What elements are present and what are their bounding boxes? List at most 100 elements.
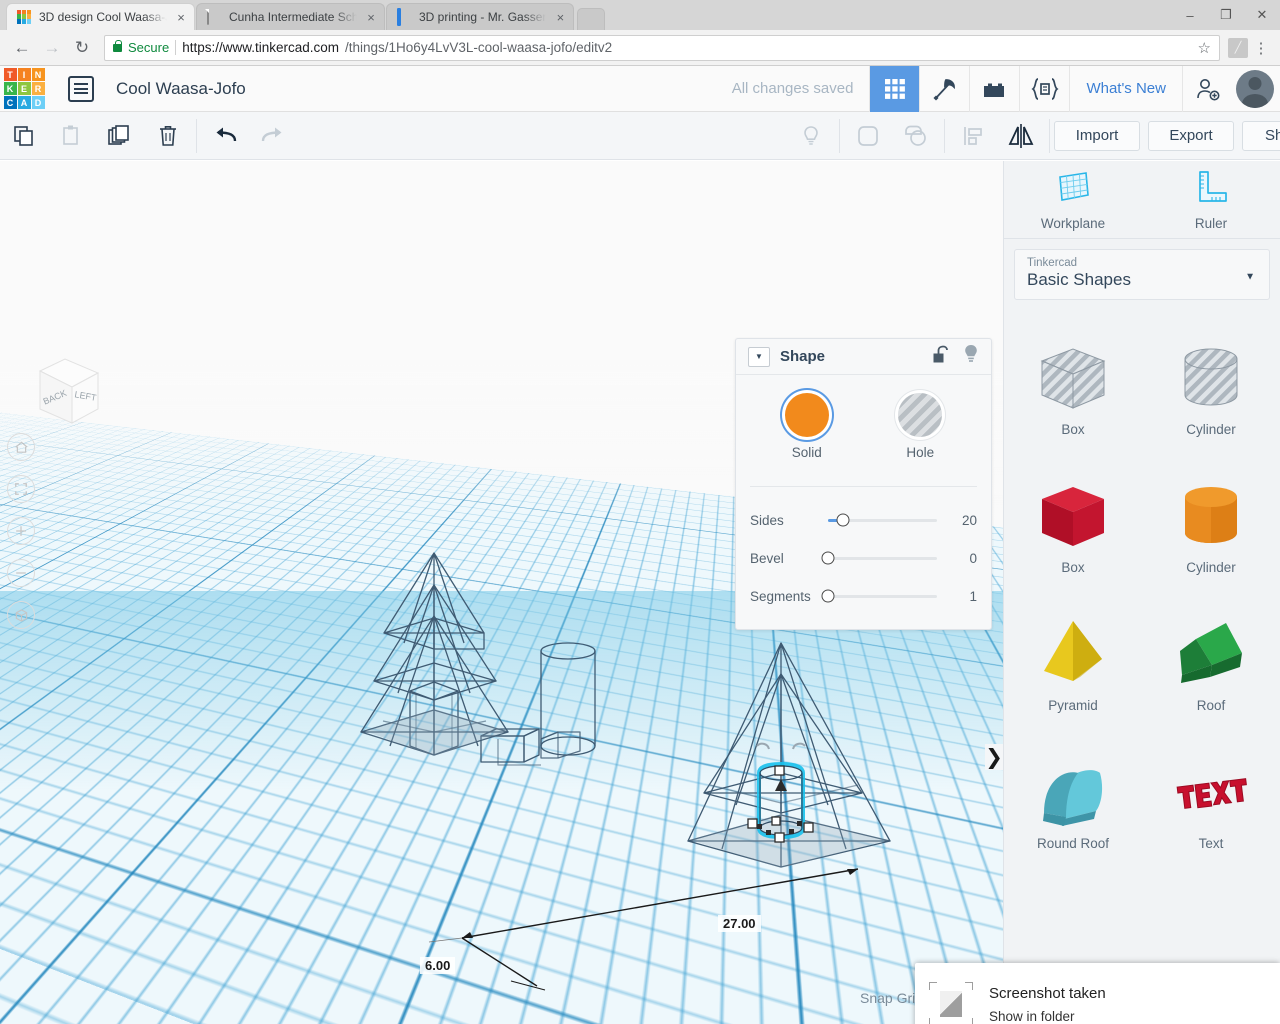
codeblocks-icon[interactable] — [1019, 65, 1069, 112]
tinkercad-app: TIN KER CAD Cool Waasa-Jofo All changes sa… — [0, 65, 1280, 1024]
text-shape-icon — [1168, 744, 1254, 836]
slider-track[interactable] — [828, 513, 937, 527]
shape-panel-header-icons — [932, 344, 979, 369]
forward-button[interactable]: → — [38, 34, 66, 62]
shape-item-round-roof[interactable]: Round Roof — [1004, 736, 1142, 874]
fit-to-view-button[interactable] — [7, 475, 35, 503]
add-user-icon[interactable] — [1182, 65, 1232, 112]
shape-item-box[interactable]: Box — [1004, 460, 1142, 598]
bookmark-star-icon[interactable]: ☆ — [1198, 39, 1213, 57]
header-right-group: All changes saved What's New — [731, 65, 1280, 112]
reload-button[interactable]: ↻ — [68, 34, 96, 62]
toolbar-divider — [196, 118, 197, 153]
ungroup-icon[interactable] — [892, 112, 940, 160]
tab-title: 3D design Cool Waasa-J — [39, 10, 167, 24]
ruler-tool[interactable]: Ruler — [1142, 161, 1280, 238]
mirror-icon[interactable] — [997, 112, 1045, 160]
slider-knob[interactable] — [821, 551, 835, 565]
browser-tab-3[interactable]: 3D printing - Mr. Gasser × — [386, 3, 575, 30]
chevron-down-icon[interactable]: ▼ — [1245, 271, 1255, 282]
sidebar-tool-label: Workplane — [1040, 215, 1106, 231]
workplane-tool[interactable]: Workplane — [1004, 161, 1142, 238]
save-status: All changes saved — [731, 80, 854, 97]
shape-item-text[interactable]: Text — [1142, 736, 1280, 874]
browser-tab-2[interactable]: Cunha Intermediate Sch × — [196, 3, 385, 30]
shape-panel-header: ▼ Shape — [736, 339, 991, 375]
blocks-icon[interactable] — [969, 65, 1019, 112]
slider-value[interactable]: 1 — [947, 589, 977, 604]
slider-knob[interactable] — [836, 513, 850, 527]
close-window-button[interactable]: ✕ — [1244, 0, 1280, 30]
grid-view-icon[interactable] — [869, 65, 920, 112]
hole-mode-option[interactable]: Hole — [898, 393, 943, 460]
pickaxe-icon[interactable] — [919, 65, 969, 112]
duplicate-icon[interactable] — [96, 112, 144, 160]
notification-main-row[interactable]: Screenshot taken Show in folder — [915, 963, 1280, 1024]
delete-icon[interactable] — [144, 112, 192, 160]
lightbulb-icon[interactable] — [787, 112, 835, 160]
show-in-folder-link[interactable]: Show in folder — [989, 1009, 1106, 1024]
3d-viewport[interactable]: BACK LEFT 27.00 6.00 Snap Grid ❯ ▼ Shape… — [0, 161, 1003, 1024]
tinkercad-logo-icon[interactable]: TIN KER CAD — [0, 66, 48, 112]
align-icon[interactable] — [949, 112, 997, 160]
back-button[interactable]: ← — [8, 34, 36, 62]
undo-icon[interactable] — [201, 112, 249, 160]
shape-item-box-hole[interactable]: Box — [1004, 322, 1142, 460]
slider-label: Bevel — [750, 550, 784, 566]
import-button[interactable]: Import — [1054, 120, 1140, 151]
new-tab-button[interactable] — [577, 8, 606, 30]
browser-window: 3D design Cool Waasa-J × Cunha Intermedi… — [0, 0, 1280, 1024]
tab-close-button[interactable]: × — [553, 11, 567, 24]
share-button[interactable]: Share — [1242, 120, 1280, 151]
solid-color-swatch[interactable] — [784, 393, 829, 437]
zoom-out-button[interactable] — [7, 559, 35, 587]
whats-new-link[interactable]: What's New — [1069, 65, 1182, 112]
minimize-button[interactable]: – — [1172, 0, 1208, 30]
dimension-lines — [428, 868, 859, 991]
slider-sides: Sides 20 — [750, 501, 977, 539]
view-cube[interactable]: BACK LEFT — [20, 351, 110, 436]
zoom-in-button[interactable] — [7, 517, 35, 545]
slider-value[interactable]: 0 — [947, 551, 977, 566]
collapse-panel-chevron-icon[interactable]: ❯ — [985, 744, 1003, 770]
shape-item-cylinder[interactable]: Cylinder — [1142, 460, 1280, 598]
export-button[interactable]: Export — [1148, 120, 1234, 151]
pyramid-icon — [1030, 606, 1116, 698]
tab-close-button[interactable]: × — [364, 11, 378, 24]
project-menu-icon[interactable] — [68, 75, 94, 102]
chevron-down-icon[interactable]: ▼ — [748, 346, 770, 367]
shape-item-cylinder-hole[interactable]: Cylinder — [1142, 322, 1280, 460]
home-view-button[interactable] — [7, 433, 35, 461]
shape-mode-row: Solid Hole — [750, 391, 977, 464]
restore-button[interactable]: ❐ — [1208, 0, 1244, 30]
group-icon[interactable] — [844, 112, 892, 160]
logo-tile-c: C — [3, 96, 17, 109]
library-dropdown[interactable]: Tinkercad Basic Shapes ▼ — [1014, 249, 1270, 300]
shape-label: Pyramid — [1048, 698, 1098, 713]
page-title[interactable]: Cool Waasa-Jofo — [116, 79, 246, 99]
avatar[interactable] — [1236, 69, 1274, 108]
dimension-label-short: 6.00 — [420, 957, 456, 974]
hole-swatch[interactable] — [898, 393, 943, 437]
shape-label: Text — [1198, 836, 1224, 851]
url-bar[interactable]: Secure https://www.tinkercad.com/things/… — [104, 34, 1220, 61]
snap-grid-label[interactable]: Snap Grid — [860, 990, 923, 1006]
browser-tab-1[interactable]: 3D design Cool Waasa-J × — [6, 3, 195, 30]
paste-icon — [48, 112, 96, 160]
lightbulb-icon[interactable] — [963, 344, 979, 369]
shape-item-roof[interactable]: Roof — [1142, 598, 1280, 736]
copy-icon[interactable] — [0, 112, 48, 160]
slider-track[interactable] — [821, 589, 937, 603]
extension-icon[interactable]: ╱ — [1228, 37, 1248, 58]
tab-close-button[interactable]: × — [174, 11, 188, 24]
solid-label: Solid — [791, 445, 822, 460]
perspective-toggle-button[interactable] — [7, 601, 35, 629]
slider-track[interactable] — [821, 551, 937, 565]
slider-knob[interactable] — [821, 589, 835, 603]
unlocked-icon[interactable] — [932, 345, 949, 369]
toolbar-actions: Import Export Share — [1054, 120, 1280, 151]
solid-mode-option[interactable]: Solid — [784, 393, 829, 460]
shape-item-pyramid[interactable]: Pyramid — [1004, 598, 1142, 736]
slider-value[interactable]: 20 — [947, 513, 977, 528]
chrome-menu-icon[interactable]: ⋮ — [1250, 39, 1272, 57]
